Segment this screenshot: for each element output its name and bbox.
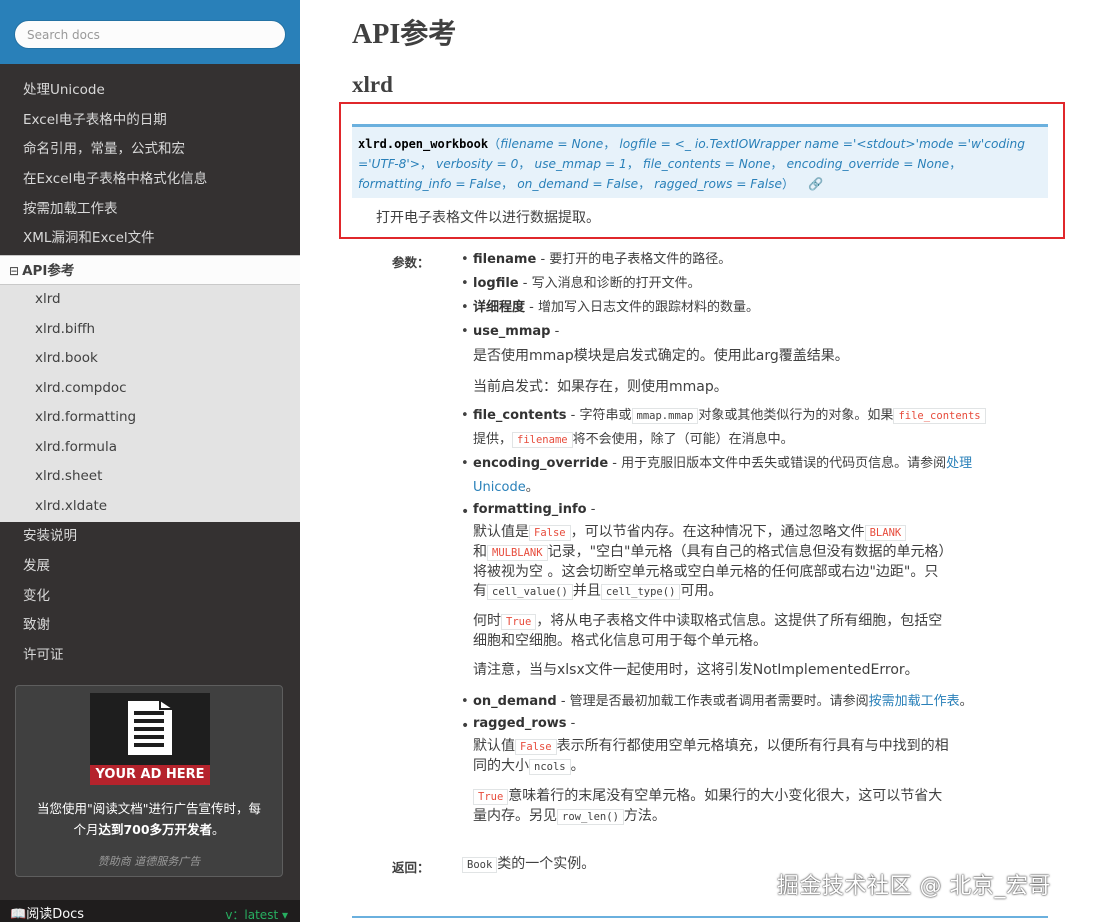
sidebar-item-unicode[interactable]: 处理Unicode <box>0 75 300 105</box>
link-on-demand[interactable]: 按需加载工作表 <box>869 694 960 709</box>
ad-image[interactable]: YOUR AD HERE <box>90 693 210 785</box>
bottom-divider <box>352 916 1048 918</box>
list-item: • file_contents - 字符串或 mmap.mmap 对象或其他类似行为的… <box>461 404 1033 452</box>
sidebar-item-formatting[interactable]: 在Excel电子表格中格式化信息 <box>0 164 300 194</box>
sidebar-item-license[interactable]: 许可证 <box>0 640 300 670</box>
sidebar-item-label: API参考 <box>22 263 75 279</box>
sidebar-item-changes[interactable]: 变化 <box>0 581 300 611</box>
sidebar-subitem-xlrd[interactable]: xlrd <box>0 285 300 315</box>
sidebar: 处理Unicode Excel电子表格中的日期 命名引用，常量，公式和宏 在Ex… <box>0 0 300 922</box>
search-area <box>0 0 300 64</box>
section-title: xlrd <box>352 72 393 97</box>
sidebar-item-dates[interactable]: Excel电子表格中的日期 <box>0 105 300 135</box>
ad-box[interactable]: YOUR AD HERE 当您使用"阅读文档"进行广告宣传时，每 个月达到700… <box>15 685 283 877</box>
sidebar-item-api-current[interactable]: ⊟ API参考 <box>0 255 300 285</box>
sidebar-subnav: xlrd xlrd.biffh xlrd.book xlrd.compdoc x… <box>0 285 300 522</box>
list-item: • use_mmap - 是否使用mmap模块是启发式确定的。使用此arg覆盖结果… <box>461 324 849 395</box>
sidebar-subitem-biffh[interactable]: xlrd.biffh <box>0 315 300 345</box>
ad-line-1: 当您使用"阅读文档"进行广告宣传时，每 <box>37 801 261 816</box>
ad-line-2a: 个月 <box>73 822 99 837</box>
search-input[interactable] <box>14 20 286 49</box>
params-label: 参数： <box>392 255 430 270</box>
sidebar-subitem-compdoc[interactable]: xlrd.compdoc <box>0 374 300 404</box>
ad-banner: YOUR AD HERE <box>90 765 210 785</box>
list-item: • 详细程度 - 增加写入日志文件的跟踪材料的数量。 <box>461 300 759 315</box>
sidebar-subitem-sheet[interactable]: xlrd.sheet <box>0 462 300 492</box>
highlight-annotation-box <box>339 102 1065 239</box>
read-the-docs-label: 📖阅读Docs <box>10 907 85 922</box>
sidebar-item-acknowledgements[interactable]: 致谢 <box>0 610 300 640</box>
sidebar-item-on-demand[interactable]: 按需加载工作表 <box>0 194 300 224</box>
sidebar-item-xml[interactable]: XML漏洞和Excel文件 <box>0 223 300 253</box>
ad-footer[interactable]: 赞助商 道德服务广告 <box>16 853 282 869</box>
list-item: • encoding_override - 用于克服旧版本文件中丢失或错误的代码页… <box>461 456 973 495</box>
link-unicode[interactable]: 处理 <box>946 456 972 471</box>
returns-label: 返回： <box>392 860 430 875</box>
sidebar-item-development[interactable]: 发展 <box>0 551 300 581</box>
sidebar-subitem-xldate[interactable]: xlrd.xldate <box>0 492 300 522</box>
ad-text[interactable]: 当您使用"阅读文档"进行广告宣传时，每 个月达到700多万开发者。 <box>20 798 278 840</box>
sidebar-subitem-book[interactable]: xlrd.book <box>0 344 300 374</box>
book-small-icon: 📖 <box>10 907 27 922</box>
collapse-toggle-icon[interactable]: ⊟ <box>9 264 19 278</box>
main-content: API参考 xlrd xlrd.open_workbook（filename =… <box>300 0 1100 922</box>
sidebar-subitem-formatting[interactable]: xlrd.formatting <box>0 403 300 433</box>
list-item: • formatting_info - 默认值是 False ，可以节省内存。在这种情… <box>461 502 953 678</box>
sidebar-subitem-formula[interactable]: xlrd.formula <box>0 433 300 463</box>
list-item: • on_demand - 管理是否最初加载工作表或者调用者需要时。请参阅按需加载… <box>461 694 973 709</box>
sidebar-item-names[interactable]: 命名引用，常量，公式和宏 <box>0 134 300 164</box>
book-icon <box>128 701 172 755</box>
sidebar-item-install[interactable]: 安装说明 <box>0 521 300 551</box>
version-selector[interactable]: v：latest ▾ <box>225 900 288 922</box>
versions-bar[interactable]: 📖阅读Docs v：latest ▾ <box>0 900 300 922</box>
ad-line-2b: 达到700多万开发者 <box>98 822 213 837</box>
returns-value: Book 类的一个实例。 <box>462 853 595 873</box>
watermark: 掘金技术社区 @ 北京_宏哥 <box>777 874 1051 899</box>
list-item: • ragged_rows - 默认值 False 表示所有行都使用空单元格填充，以便… <box>461 716 949 825</box>
list-item: • logfile - 写入消息和诊断的打开文件。 <box>461 276 701 291</box>
link-unicode-cont[interactable]: Unicode <box>473 480 526 495</box>
ad-line-2c: 。 <box>212 822 225 837</box>
page-title: API参考 <box>352 19 457 50</box>
list-item: • filename - 要打开的电子表格文件的路径。 <box>461 252 732 267</box>
